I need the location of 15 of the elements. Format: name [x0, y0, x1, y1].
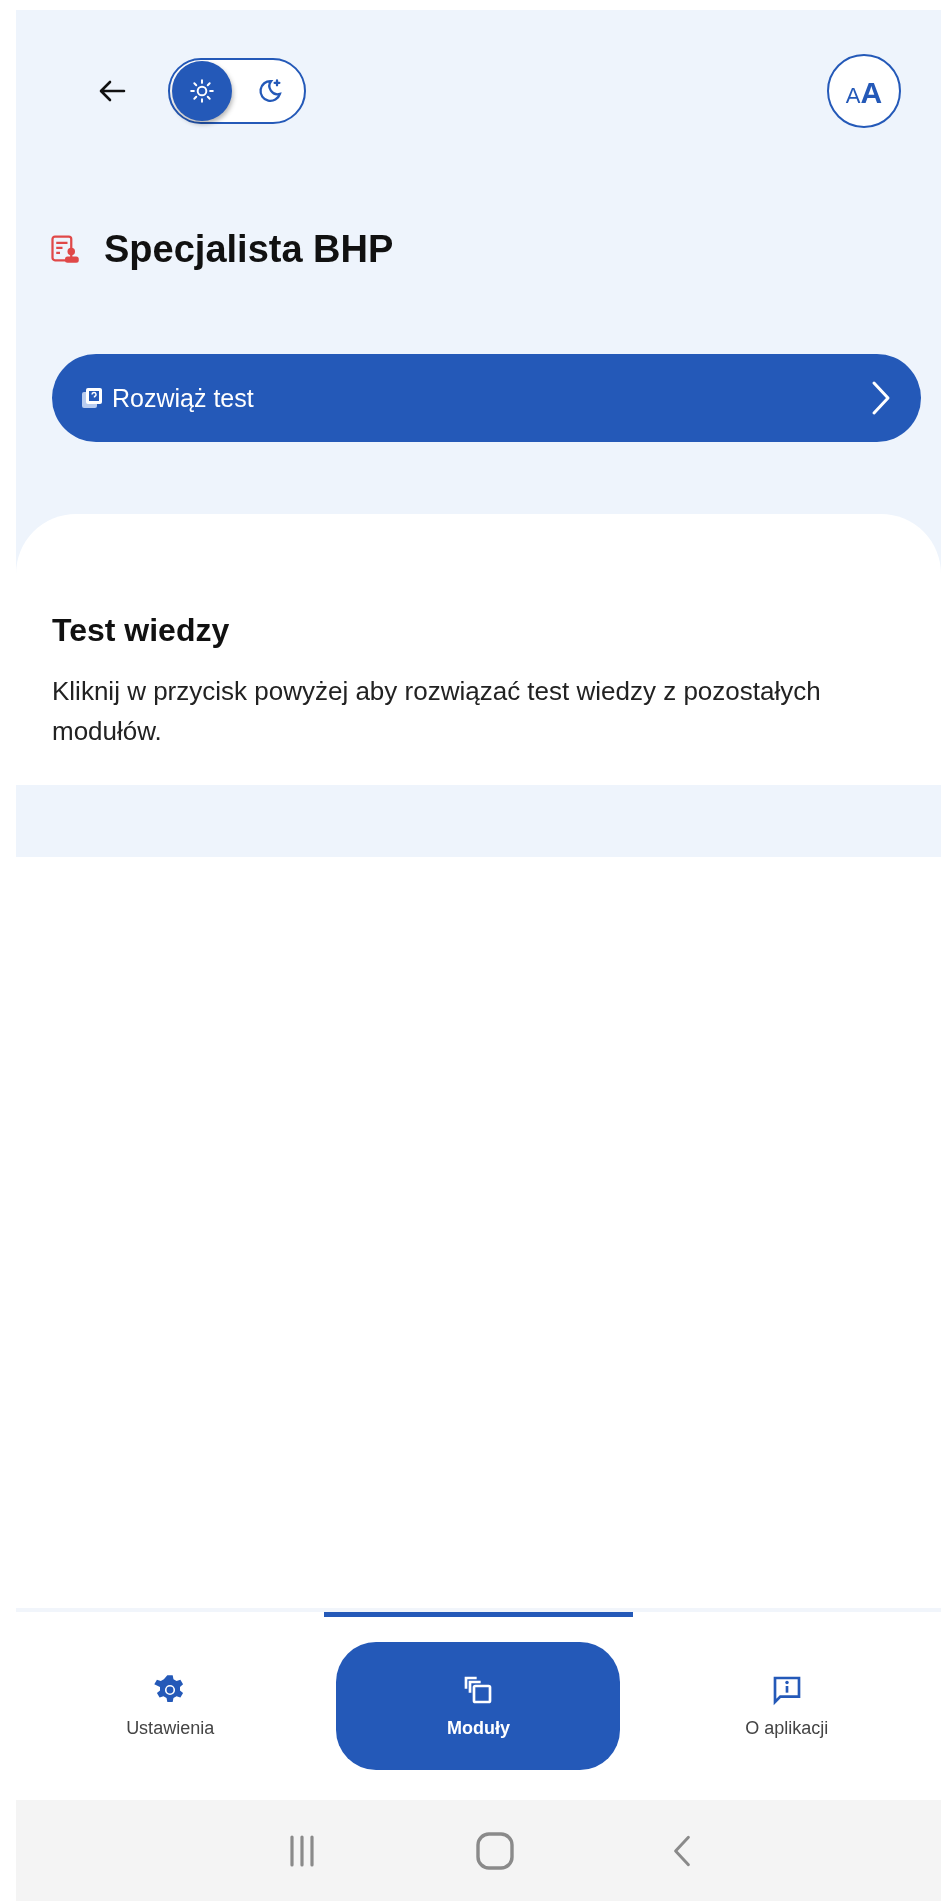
quiz-icon: [80, 386, 104, 410]
home-icon[interactable]: [475, 1830, 516, 1871]
card-heading: Test wiedzy: [52, 612, 231, 649]
solve-test-button[interactable]: Rozwiąż test: [52, 354, 921, 442]
chevron-right-icon: [871, 380, 891, 416]
page-title: Specjalista BHP: [104, 227, 394, 271]
nav-tab[interactable]: Moduły: [336, 1642, 621, 1770]
certificate-person-icon: [50, 234, 80, 264]
nav-tab[interactable]: Ustawienia: [28, 1642, 313, 1770]
back-arrow-icon[interactable]: [98, 79, 126, 103]
nav-tab[interactable]: O aplikacji: [644, 1642, 929, 1770]
sun-icon[interactable]: [189, 78, 215, 104]
card-text: Kliknij w przycisk powyżej aby rozwiązać test wiedzy z pozostałych modułów.: [52, 675, 822, 748]
moon-icon[interactable]: [256, 77, 284, 105]
text-size-button[interactable]: AA: [827, 54, 901, 128]
